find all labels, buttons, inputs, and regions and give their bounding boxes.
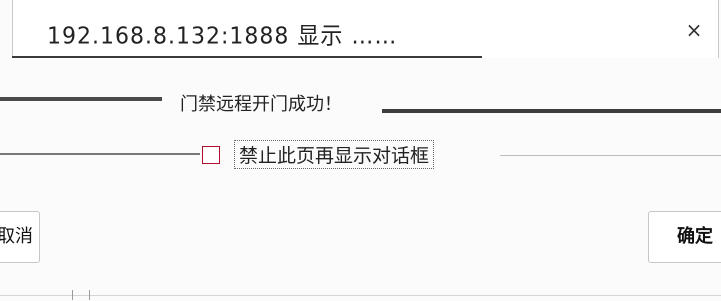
- bottom-divider: [0, 295, 721, 296]
- dialog-message: 门禁远程开门成功！: [180, 94, 342, 115]
- title-divider: [12, 56, 482, 58]
- cancel-button[interactable]: 取消: [0, 211, 40, 263]
- background-line-left: [0, 97, 162, 101]
- suppress-dialogs-checkbox[interactable]: [202, 145, 220, 164]
- background-line-lower-left: [0, 153, 200, 155]
- background-line-right: [382, 109, 721, 113]
- close-icon[interactable]: ×: [682, 18, 706, 42]
- browser-alert-dialog: 192.168.8.132:1888 显示 …… × 门禁远程开门成功！ 禁止此…: [0, 0, 721, 301]
- suppress-dialogs-row[interactable]: 禁止此页再显示对话框: [202, 140, 435, 169]
- scroll-notch: [72, 290, 90, 300]
- dialog-header: 192.168.8.132:1888 显示 …… ×: [12, 0, 719, 58]
- ok-button[interactable]: 确定: [648, 211, 721, 263]
- suppress-dialogs-label[interactable]: 禁止此页再显示对话框: [234, 140, 435, 169]
- background-line-lower-right: [500, 155, 721, 156]
- dialog-title: 192.168.8.132:1888 显示 ……: [47, 23, 398, 50]
